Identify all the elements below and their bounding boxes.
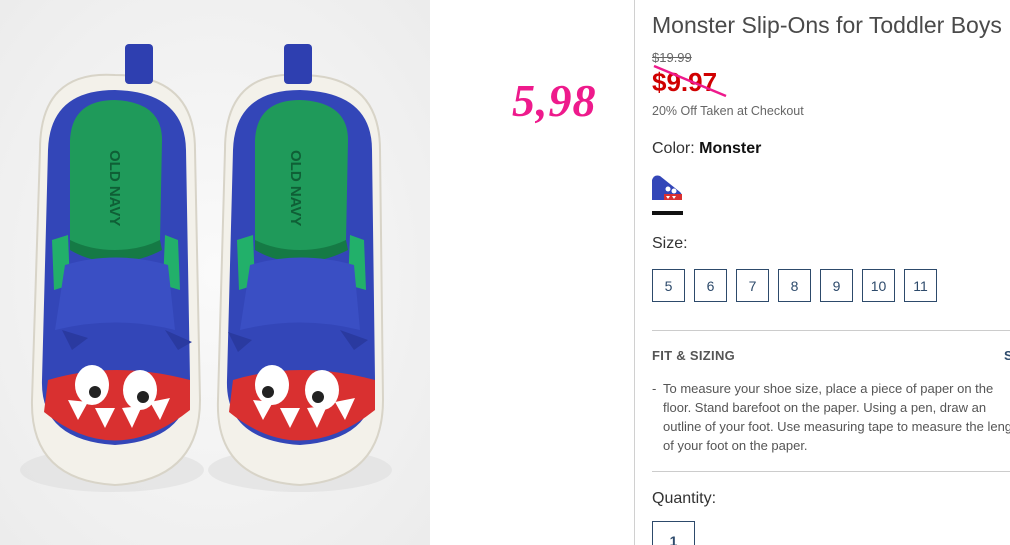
product-image[interactable]: OLD NAVY OLD NAVY — [0, 0, 430, 545]
size-option-9[interactable]: 9 — [820, 269, 853, 302]
sale-price-strikethrough — [653, 64, 727, 98]
color-swatch-monster[interactable] — [652, 172, 686, 202]
size-chart-link[interactable]: S — [1004, 348, 1010, 363]
color-label: Color: — [652, 140, 695, 157]
shoes-illustration: OLD NAVY OLD NAVY — [0, 0, 430, 545]
section-divider — [652, 471, 1010, 472]
quantity-label: Quantity: — [652, 490, 717, 507]
color-value: Monster — [699, 140, 762, 157]
size-label: Size: — [652, 235, 688, 252]
divider — [634, 0, 635, 545]
fit-sizing-instructions: To measure your shoe size, place a piece… — [663, 381, 1010, 453]
right-shoe: OLD NAVY — [208, 44, 392, 492]
product-info-panel: Monster Slip-Ons for Toddler Boys $19.99… — [652, 0, 1010, 545]
color-row: Color: Monster — [652, 140, 761, 158]
size-option-11[interactable]: 11 — [904, 269, 937, 302]
size-option-7[interactable]: 7 — [736, 269, 769, 302]
size-option-10[interactable]: 10 — [862, 269, 895, 302]
size-option-5[interactable]: 5 — [652, 269, 685, 302]
left-shoe: OLD NAVY — [20, 44, 204, 492]
brand-print-right: OLD NAVY — [287, 150, 304, 226]
fit-sizing-title: FIT & SIZING — [652, 348, 736, 363]
section-divider — [652, 330, 1010, 331]
quantity-input[interactable]: 1 — [652, 521, 695, 545]
size-option-6[interactable]: 6 — [694, 269, 727, 302]
price-annotation: 5,98 — [512, 75, 597, 126]
bullet-dash: - — [652, 381, 657, 396]
product-title: Monster Slip-Ons for Toddler Boys — [652, 12, 1002, 38]
size-options: 5 6 7 8 9 10 11 — [652, 269, 937, 302]
brand-print-left: OLD NAVY — [106, 150, 123, 226]
selected-swatch-indicator — [652, 211, 683, 215]
size-option-8[interactable]: 8 — [778, 269, 811, 302]
original-price: $19.99 — [652, 50, 692, 65]
promo-text: 20% Off Taken at Checkout — [652, 104, 804, 118]
